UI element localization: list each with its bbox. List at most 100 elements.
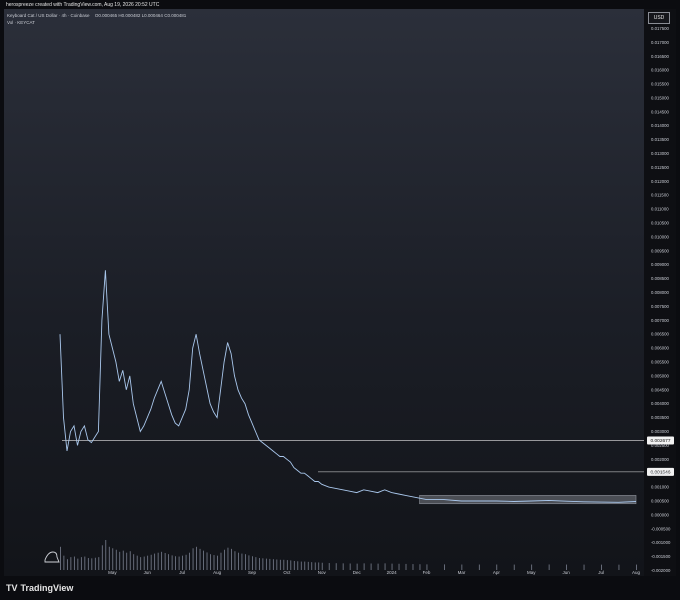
- y-tick-label: 0.014500: [651, 109, 670, 114]
- volume-bar: [171, 555, 173, 570]
- volume-bar: [98, 557, 100, 570]
- volume-bar: [276, 559, 278, 570]
- volume-bar: [140, 557, 142, 570]
- y-tick-label: 0.011500: [651, 193, 669, 198]
- x-tick-label: Dec: [353, 570, 362, 575]
- y-tick-label: 0.001000: [651, 485, 670, 490]
- volume-bar: [248, 555, 250, 570]
- y-tick-label: 0.003500: [651, 415, 670, 420]
- volume-bar: [269, 558, 271, 570]
- y-tick-label: 0.011000: [651, 207, 669, 212]
- volume-bar: [77, 558, 79, 570]
- volume-bar: [300, 561, 302, 570]
- volume-bar: [115, 549, 117, 570]
- volume-bar: [234, 551, 236, 570]
- y-tick-label: -0.001000: [651, 540, 671, 545]
- volume-bar: [101, 545, 103, 570]
- volume-bar: [94, 557, 96, 570]
- bell-icon[interactable]: [44, 551, 60, 563]
- volume-bar: [199, 548, 201, 570]
- volume-bar: [185, 554, 187, 570]
- volume-bar: [189, 552, 190, 570]
- volume-bar: [548, 564, 550, 570]
- volume-bar: [161, 551, 163, 570]
- x-tick-label: Sep: [248, 570, 257, 575]
- y-tick-label: 0.006500: [651, 332, 670, 337]
- x-tick-label: Apr: [493, 570, 501, 575]
- volume-bar: [272, 559, 274, 570]
- y-tick-label: 0.005500: [651, 359, 670, 364]
- y-tick-label: 0.008500: [651, 276, 670, 281]
- volume-bar: [583, 564, 585, 570]
- volume-bar: [80, 557, 82, 570]
- x-axis-labels: May Jun Jul Aug Sep Oct Nov Dec 2024 Feb Mar Apr May…: [108, 570, 640, 575]
- y-tick-label: 0.015000: [651, 95, 670, 100]
- volume-bar: [133, 554, 135, 570]
- y-tick-label: 0.001500: [651, 471, 670, 476]
- x-tick-label: Jul: [179, 570, 185, 575]
- y-tick-label: 0.000000: [651, 512, 670, 517]
- volume-bar: [342, 563, 344, 570]
- y-tick-label: 0.015500: [651, 82, 670, 87]
- volume-bar: [87, 558, 89, 570]
- volume-bar: [220, 552, 222, 570]
- y-tick-label: 0.012500: [651, 165, 670, 170]
- y-tick-label: 0.009500: [651, 248, 670, 253]
- x-tick-label: Jun: [563, 570, 571, 575]
- price-line: [59, 270, 637, 503]
- y-tick-label: 0.009000: [651, 262, 670, 267]
- volume-bars: [60, 540, 637, 570]
- volume-bar: [231, 548, 232, 570]
- volume-bar: [311, 562, 313, 570]
- volume-bar: [304, 561, 306, 570]
- volume-bar: [377, 563, 379, 570]
- price-lines: 0.0026770.001546: [62, 436, 674, 476]
- y-tick-label: 0.017000: [651, 40, 670, 45]
- volume-bar: [66, 559, 68, 570]
- volume-bar: [143, 556, 145, 570]
- x-tick-label: Feb: [423, 570, 431, 575]
- volume-bar: [290, 560, 292, 570]
- volume-bar: [384, 563, 386, 570]
- y-tick-label: 0.014000: [651, 123, 670, 128]
- y-tick-label: 0.004500: [651, 387, 670, 392]
- volume-bar: [164, 553, 166, 570]
- y-tick-label: -0.001500: [651, 554, 671, 559]
- volume-bar: [293, 560, 295, 570]
- volume-bar: [119, 551, 121, 570]
- volume-bar: [252, 556, 253, 570]
- volume-bar: [314, 562, 316, 570]
- y-axis-ticks: 0.017500 0.017000 0.016500 0.016000 0.015500…: [651, 26, 671, 573]
- y-tick-label: 0.016000: [651, 68, 670, 73]
- y-tick-label: 0.002000: [651, 457, 670, 462]
- x-tick-label: May: [108, 570, 117, 575]
- chart-svg: 0.0026770.001546 0.017500 0.017000 0.01650…: [44, 26, 674, 575]
- volume-bar: [318, 562, 320, 570]
- volume-bar: [297, 561, 299, 570]
- y-tick-label: 0.012000: [651, 179, 670, 184]
- volume-bar: [283, 559, 285, 570]
- y-tick-label: 0.007500: [651, 304, 670, 309]
- volume-bar: [258, 558, 260, 570]
- x-tick-label: 2024: [387, 570, 398, 575]
- volume-bar: [210, 554, 211, 570]
- volume-bar: [105, 540, 107, 570]
- volume-bar: [73, 556, 75, 570]
- volume-bar: [122, 550, 124, 570]
- volume-bar: [618, 564, 620, 570]
- volume-bar: [241, 553, 243, 570]
- volume-bar: [419, 564, 421, 570]
- volume-bar: [175, 556, 176, 570]
- x-tick-label: Mar: [458, 570, 466, 575]
- volume-bar: [213, 555, 215, 570]
- volume-bar: [63, 555, 65, 570]
- x-tick-label: Jun: [144, 570, 152, 575]
- volume-bar: [227, 547, 229, 570]
- y-tick-label: 0.016500: [651, 54, 670, 59]
- y-tick-label: 0.005000: [651, 373, 670, 378]
- volume-bar: [150, 554, 152, 570]
- volume-bar: [513, 564, 515, 570]
- volume-bar: [112, 548, 114, 570]
- volume-bar: [398, 563, 400, 570]
- volume-bar: [60, 546, 61, 570]
